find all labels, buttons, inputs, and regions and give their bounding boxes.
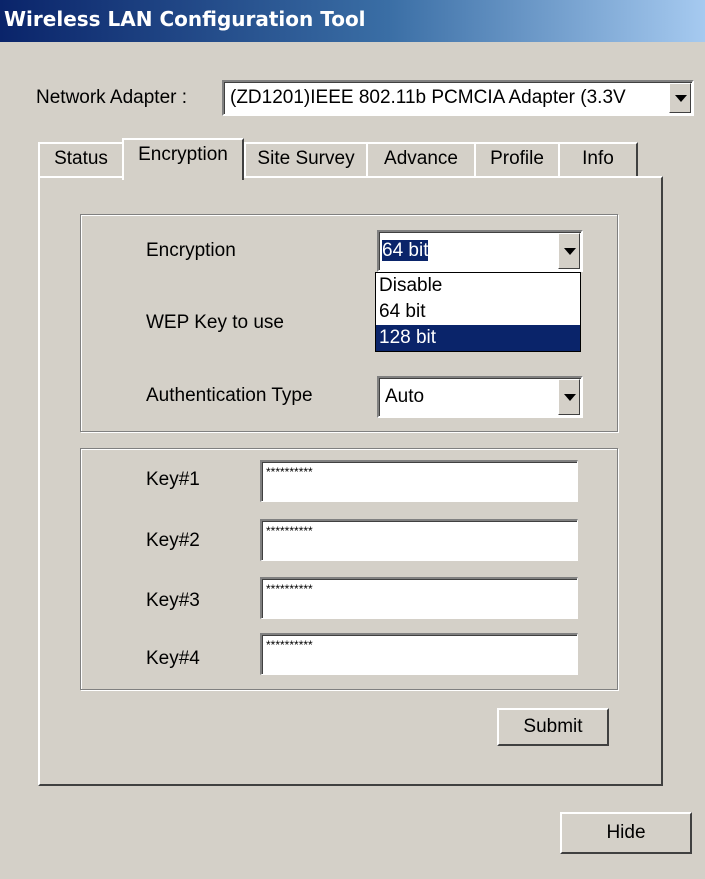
encryption-panel: Encryption 64 bit WEP Key to use Authent…	[38, 176, 663, 786]
submit-button[interactable]: Submit	[497, 708, 609, 746]
encryption-option-64-bit[interactable]: 64 bit	[376, 299, 580, 325]
key-4-label: Key#4	[146, 648, 200, 669]
tab-encryption[interactable]: Encryption	[122, 138, 244, 180]
key-1-label: Key#1	[146, 469, 200, 490]
encryption-option-128-bit[interactable]: 128 bit	[376, 325, 580, 351]
chevron-down-icon[interactable]	[558, 233, 580, 269]
key-1-input[interactable]: **********	[260, 460, 578, 502]
config-window: Wireless LAN Configuration Tool Network …	[0, 0, 705, 879]
tab-info[interactable]: Info	[558, 142, 638, 176]
network-adapter-select[interactable]: (ZD1201)IEEE 802.11b PCMCIA Adapter (3.3…	[222, 80, 694, 116]
encryption-dropdown-list[interactable]: Disable 64 bit 128 bit	[375, 272, 581, 352]
authentication-type-label: Authentication Type	[146, 385, 313, 406]
encryption-select[interactable]: 64 bit	[377, 230, 583, 272]
tab-strip: Status Encryption Site Survey Advance Pr…	[38, 138, 663, 180]
encryption-option-disable[interactable]: Disable	[376, 273, 580, 299]
key-4-input[interactable]: **********	[260, 633, 578, 675]
tab-profile[interactable]: Profile	[474, 142, 560, 176]
wep-key-label: WEP Key to use	[146, 312, 284, 333]
authentication-type-value: Auto	[385, 386, 425, 407]
encryption-value: 64 bit	[382, 240, 429, 261]
authentication-type-select[interactable]: Auto	[377, 376, 583, 418]
network-adapter-label: Network Adapter :	[36, 87, 188, 108]
chevron-down-icon[interactable]	[558, 379, 580, 415]
title-bar[interactable]: Wireless LAN Configuration Tool	[0, 0, 705, 42]
network-adapter-value: (ZD1201)IEEE 802.11b PCMCIA Adapter (3.3…	[230, 87, 626, 108]
tab-advance[interactable]: Advance	[366, 142, 476, 176]
key-3-input[interactable]: **********	[260, 577, 578, 619]
tab-status[interactable]: Status	[38, 142, 124, 176]
hide-button[interactable]: Hide	[560, 812, 692, 854]
tab-site-survey[interactable]: Site Survey	[244, 142, 368, 176]
key-3-label: Key#3	[146, 590, 200, 611]
window-title: Wireless LAN Configuration Tool	[4, 7, 366, 31]
chevron-down-icon[interactable]	[669, 83, 691, 113]
encryption-label: Encryption	[146, 240, 236, 261]
key-2-input[interactable]: **********	[260, 519, 578, 561]
key-2-label: Key#2	[146, 530, 200, 551]
